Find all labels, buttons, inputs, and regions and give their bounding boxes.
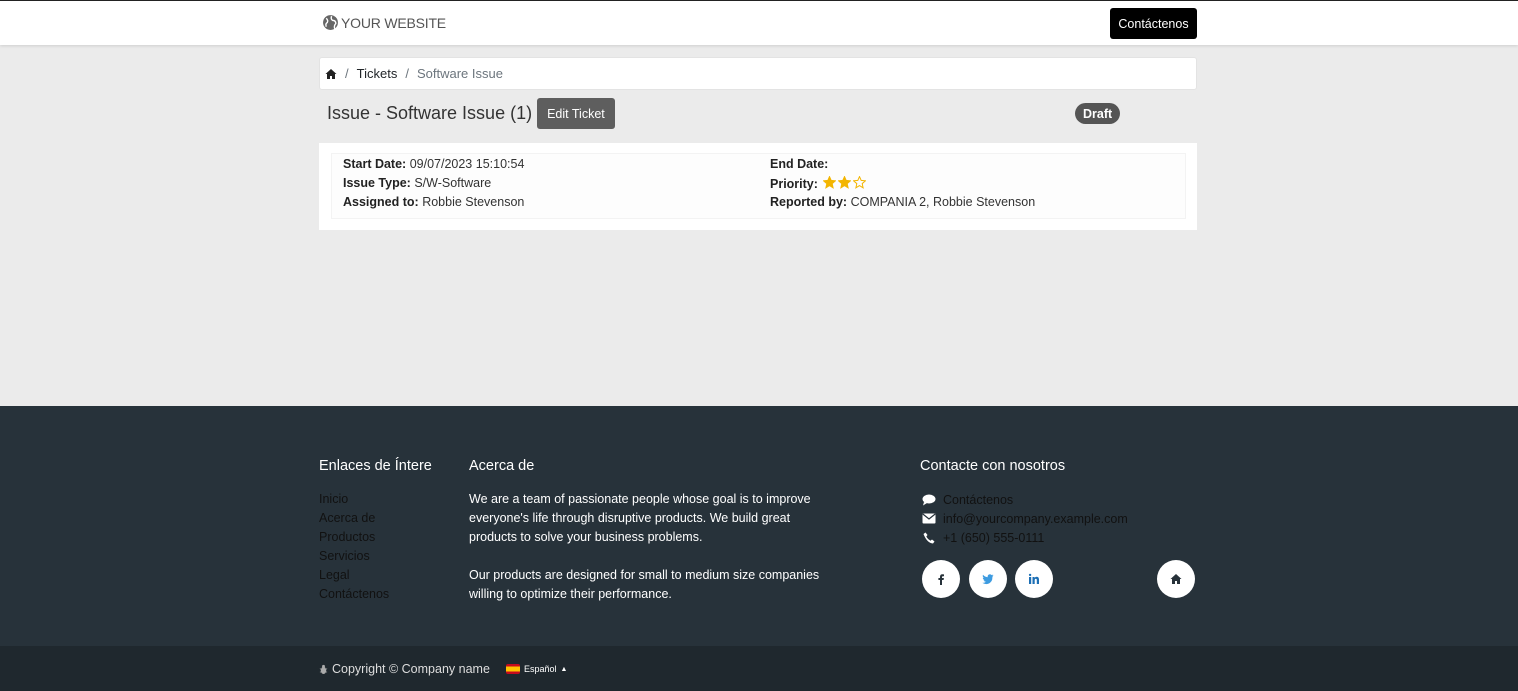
footer-link-productos[interactable]: Productos bbox=[319, 528, 389, 547]
twitter-icon bbox=[982, 574, 994, 585]
copyright-text: Copyright © Company name bbox=[332, 662, 490, 676]
footer-link-legal[interactable]: Legal bbox=[319, 566, 389, 585]
issue-type-label: Issue Type: bbox=[343, 176, 411, 190]
footer-about-heading: Acerca de bbox=[469, 458, 535, 474]
contact-item-label: Contáctenos bbox=[943, 492, 1014, 507]
start-date-label: Start Date: bbox=[343, 157, 407, 171]
facebook-icon bbox=[938, 574, 944, 585]
copyright: Copyright © Company name bbox=[319, 662, 490, 676]
star-filled-icon bbox=[823, 176, 837, 189]
edit-ticket-button[interactable]: Edit Ticket bbox=[537, 98, 615, 129]
about-paragraph-2: Our products are designed for small to m… bbox=[469, 568, 820, 601]
contact-item-label: info@yourcompany.example.com bbox=[943, 511, 1128, 526]
linkedin-button[interactable] bbox=[1015, 560, 1053, 598]
ticket-header: Issue - Software Issue (1) Edit Ticket bbox=[327, 98, 615, 129]
language-selector[interactable]: Español ▲ bbox=[506, 664, 567, 674]
top-navbar: YOUR WEBSITE Contáctenos bbox=[0, 0, 1518, 45]
home-icon bbox=[1170, 574, 1182, 584]
home-icon[interactable] bbox=[325, 68, 337, 80]
reported-by-field: Reported by: COMPANIA 2, Robbie Stevenso… bbox=[770, 195, 1035, 209]
logo-text: YOUR WEBSITE bbox=[341, 14, 446, 31]
ticket-details-card: Start Date: 09/07/2023 15:10:54 Issue Ty… bbox=[319, 143, 1197, 230]
assigned-to-field: Assigned to: Robbie Stevenson bbox=[343, 195, 524, 209]
footer-contact-heading: Contacte con nosotros bbox=[920, 458, 1066, 474]
end-date-label: End Date: bbox=[770, 157, 829, 171]
breadcrumb-current: Software Issue bbox=[416, 66, 503, 81]
contact-item-phone[interactable]: +1 (650) 555-0111 bbox=[921, 528, 1128, 547]
issue-type-value: S/W-Software bbox=[414, 176, 492, 190]
facebook-button[interactable] bbox=[922, 560, 960, 598]
start-date-value: 09/07/2023 15:10:54 bbox=[409, 157, 525, 171]
footer-about-text: We are a team of passionate people whose… bbox=[469, 490, 829, 623]
breadcrumb-separator: / bbox=[345, 66, 349, 81]
ticket-details-body: Start Date: 09/07/2023 15:10:54 Issue Ty… bbox=[331, 153, 1186, 219]
home-button[interactable] bbox=[1157, 560, 1195, 598]
language-label: Español bbox=[524, 664, 557, 674]
copyright-bar: Copyright © Company name Español ▲ bbox=[0, 646, 1518, 691]
contact-item-contactenos[interactable]: Contáctenos bbox=[921, 490, 1128, 509]
footer-link-acerca[interactable]: Acerca de bbox=[319, 509, 389, 528]
globe-icon bbox=[323, 15, 338, 30]
bug-icon bbox=[319, 664, 328, 674]
footer-links-list: Inicio Acerca de Productos Servicios Leg… bbox=[319, 490, 389, 604]
footer-contact-list: Contáctenos info@yourcompany.example.com… bbox=[921, 490, 1128, 547]
twitter-button[interactable] bbox=[969, 560, 1007, 598]
breadcrumb-tickets-link[interactable]: Tickets bbox=[357, 66, 398, 81]
ticket-title: Issue - Software Issue bbox=[327, 103, 506, 123]
status-badge: Draft bbox=[1075, 103, 1121, 124]
footer-link-contactenos[interactable]: Contáctenos bbox=[319, 585, 389, 604]
issue-type-field: Issue Type: S/W-Software bbox=[343, 176, 491, 190]
linkedin-icon bbox=[1028, 573, 1039, 584]
contact-item-label: +1 (650) 555-0111 bbox=[943, 530, 1045, 545]
phone-icon bbox=[921, 531, 936, 544]
caret-up-icon: ▲ bbox=[560, 665, 568, 673]
breadcrumb: / Tickets / Software Issue bbox=[319, 57, 1197, 90]
contact-us-button[interactable]: Contáctenos bbox=[1110, 8, 1197, 39]
footer: Enlaces de Íntere Inicio Acerca de Produ… bbox=[0, 406, 1518, 646]
end-date-field: End Date: bbox=[770, 157, 828, 171]
envelope-icon bbox=[921, 512, 936, 525]
ticket-count: (1) bbox=[510, 103, 533, 123]
contact-item-email[interactable]: info@yourcompany.example.com bbox=[921, 509, 1128, 528]
about-paragraph-1: We are a team of passionate people whose… bbox=[469, 492, 811, 544]
star-filled-icon bbox=[838, 176, 852, 189]
priority-field: Priority: bbox=[770, 176, 867, 191]
reported-by-label: Reported by: bbox=[770, 195, 848, 209]
page-title: Issue - Software Issue (1) bbox=[327, 103, 532, 124]
assigned-to-label: Assigned to: bbox=[343, 195, 419, 209]
spain-flag-icon bbox=[506, 664, 520, 674]
comment-icon bbox=[921, 493, 936, 506]
start-date-field: Start Date: 09/07/2023 15:10:54 bbox=[343, 157, 524, 171]
site-logo[interactable]: YOUR WEBSITE bbox=[322, 14, 446, 31]
breadcrumb-separator: / bbox=[405, 66, 409, 81]
priority-stars bbox=[823, 176, 867, 189]
priority-label: Priority: bbox=[770, 177, 818, 191]
footer-link-inicio[interactable]: Inicio bbox=[319, 490, 389, 509]
star-empty-icon bbox=[853, 176, 867, 189]
footer-link-servicios[interactable]: Servicios bbox=[319, 547, 389, 566]
footer-links-heading: Enlaces de Íntere bbox=[319, 458, 432, 474]
reported-by-value: COMPANIA 2, Robbie Stevenson bbox=[850, 195, 1036, 209]
assigned-to-value: Robbie Stevenson bbox=[422, 195, 525, 209]
